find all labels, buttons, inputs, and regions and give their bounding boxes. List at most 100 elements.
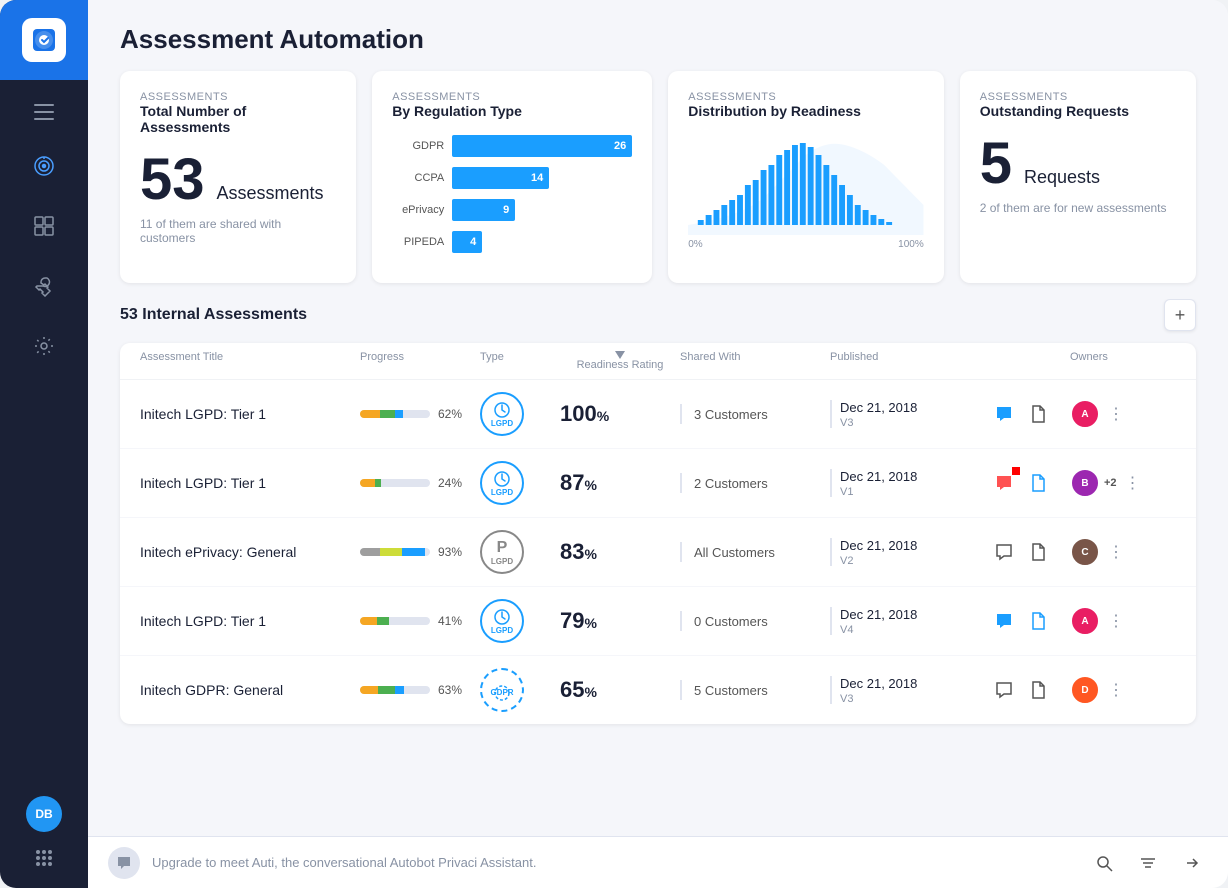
- row4-actions: [990, 607, 1070, 635]
- stat-card-total: Assessments Total Number of Assessments …: [120, 71, 356, 283]
- apps-icon[interactable]: [26, 840, 62, 876]
- chat-bubble-icon: [108, 847, 140, 879]
- doc-action-icon[interactable]: [1024, 676, 1052, 704]
- doc-action-icon[interactable]: [1024, 538, 1052, 566]
- row2-type: LGPD: [480, 461, 560, 505]
- row2-progress: 24%: [360, 476, 480, 490]
- doc-action-icon[interactable]: [1024, 469, 1052, 497]
- row1-readiness: 100%: [560, 401, 680, 427]
- table-col-headers: Assessment Title Progress Type Readiness…: [120, 343, 1196, 380]
- bar-track-gdpr: 26: [452, 135, 632, 157]
- table-section: 53 Internal Assessments + Assessment Tit…: [88, 299, 1228, 836]
- stat-sub-total: 11 of them are shared with customers: [140, 217, 336, 245]
- chat-action-icon[interactable]: [990, 607, 1018, 635]
- row3-published: Dec 21, 2018 V2: [830, 538, 990, 567]
- stat-title-outstanding: Outstanding Requests: [980, 103, 1176, 119]
- stat-unit-outstanding: Requests: [1024, 167, 1100, 188]
- chat-action-icon[interactable]: [990, 676, 1018, 704]
- bottom-bar-actions: [1088, 847, 1208, 879]
- owner-avatar: B: [1070, 468, 1100, 498]
- row3-actions: [990, 538, 1070, 566]
- col-header-readiness: Readiness Rating: [560, 351, 680, 371]
- row2-readiness: 87%: [560, 470, 680, 496]
- hamburger-menu[interactable]: [0, 88, 88, 136]
- row4-title: Initech LGPD: Tier 1: [140, 613, 360, 629]
- table-title: 53 Internal Assessments: [120, 306, 307, 324]
- add-button[interactable]: +: [1164, 299, 1196, 331]
- data-table: Assessment Title Progress Type Readiness…: [120, 343, 1196, 724]
- more-menu[interactable]: ⋮: [1104, 680, 1128, 700]
- col-header-type: Type: [480, 351, 560, 371]
- row1-published: Dec 21, 2018 V3: [830, 400, 990, 429]
- owner-avatar: D: [1070, 675, 1100, 705]
- stat-card-outstanding: Assessments Outstanding Requests 5 Reque…: [960, 71, 1196, 283]
- page-header: Assessment Automation: [88, 0, 1228, 71]
- row5-progress: 63%: [360, 683, 480, 697]
- bar-label-pipeda: PIPEDA: [392, 236, 444, 248]
- stat-title-regulation: By Regulation Type: [392, 103, 632, 119]
- row4-progress: 41%: [360, 614, 480, 628]
- arrow-icon[interactable]: [1176, 847, 1208, 879]
- search-icon[interactable]: [1088, 847, 1120, 879]
- bar-track-pipeda: 4: [452, 231, 482, 253]
- stat-value-outstanding: 5: [980, 135, 1012, 193]
- owner-avatar: A: [1070, 606, 1100, 636]
- user-avatar[interactable]: DB: [26, 796, 62, 832]
- dist-axis-start: 0%: [688, 239, 702, 250]
- stat-value-total: 53: [140, 151, 205, 209]
- page-title: Assessment Automation: [120, 24, 1196, 55]
- table-row: Initech ePrivacy: General 93% P LGPD: [120, 518, 1196, 587]
- row3-owners: C ⋮: [1070, 537, 1150, 567]
- bottom-bar-text: Upgrade to meet Auti, the conversational…: [152, 855, 1076, 870]
- sidebar: DB: [0, 0, 88, 888]
- more-menu[interactable]: ⋮: [1104, 404, 1128, 424]
- sidebar-item-dashboard[interactable]: [0, 198, 88, 254]
- row4-readiness: 79%: [560, 608, 680, 634]
- row5-actions: [990, 676, 1070, 704]
- row5-shared: 5 Customers: [680, 680, 830, 700]
- more-menu[interactable]: ⋮: [1104, 611, 1128, 631]
- row2-owners: B +2 ⋮: [1070, 468, 1150, 498]
- sidebar-item-radar[interactable]: [0, 138, 88, 194]
- stat-title-distribution: Distribution by Readiness: [688, 103, 924, 119]
- bar-row-gdpr: GDPR 26: [392, 135, 632, 157]
- stat-card-distribution: Assessments Distribution by Readiness: [668, 71, 944, 283]
- row3-shared: All Customers: [680, 542, 830, 562]
- bar-chart: GDPR 26 CCPA 14 ePrivacy: [392, 135, 632, 253]
- doc-action-icon[interactable]: [1024, 607, 1052, 635]
- row2-actions: [990, 469, 1070, 497]
- bar-track-ccpa: 14: [452, 167, 549, 189]
- more-menu[interactable]: ⋮: [1121, 473, 1145, 493]
- row2-title: Initech LGPD: Tier 1: [140, 475, 360, 491]
- distribution-chart: [688, 135, 924, 235]
- logo[interactable]: [0, 0, 88, 80]
- row4-shared: 0 Customers: [680, 611, 830, 631]
- row1-shared: 3 Customers: [680, 404, 830, 424]
- table-row: Initech LGPD: Tier 1 24% LGPD: [120, 449, 1196, 518]
- sidebar-item-tools[interactable]: [0, 258, 88, 314]
- col-header-actions: [990, 351, 1070, 371]
- row5-readiness: 65%: [560, 677, 680, 703]
- more-menu[interactable]: ⋮: [1104, 542, 1128, 562]
- dist-axis: 0% 100%: [688, 239, 924, 250]
- chat-action-icon[interactable]: [990, 400, 1018, 428]
- col-header-title: Assessment Title: [140, 351, 360, 371]
- logo-icon: [22, 18, 66, 62]
- bar-label-eprivacy: ePrivacy: [392, 204, 444, 216]
- stat-title-total: Total Number of Assessments: [140, 103, 336, 135]
- sidebar-item-settings[interactable]: [0, 318, 88, 374]
- stat-label-regulation: Assessments: [392, 91, 632, 103]
- row1-actions: [990, 400, 1070, 428]
- chat-action-icon[interactable]: [990, 469, 1018, 497]
- owner-avatar: A: [1070, 399, 1100, 429]
- row5-owners: D ⋮: [1070, 675, 1150, 705]
- chat-action-icon[interactable]: [990, 538, 1018, 566]
- stat-unit-total: Assessments: [217, 183, 324, 204]
- filter-icon[interactable]: [1132, 847, 1164, 879]
- row2-published: Dec 21, 2018 V1: [830, 469, 990, 498]
- stats-row: Assessments Total Number of Assessments …: [88, 71, 1228, 299]
- col-header-progress: Progress: [360, 351, 480, 371]
- doc-action-icon[interactable]: [1024, 400, 1052, 428]
- row4-type: LGPD: [480, 599, 560, 643]
- stat-label-distribution: Assessments: [688, 91, 924, 103]
